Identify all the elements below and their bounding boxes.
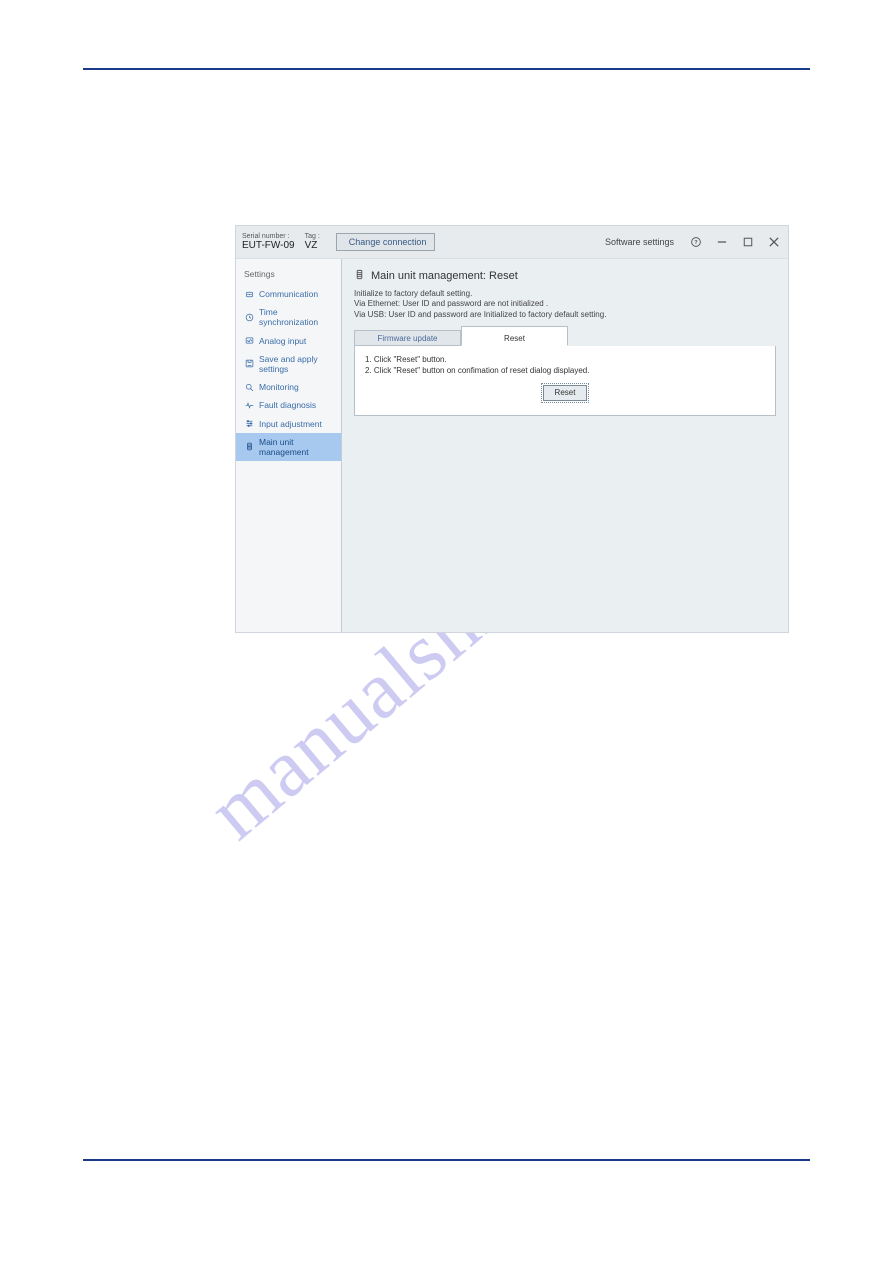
communication-icon <box>244 289 254 299</box>
sidebar-item-main-unit-mgmt[interactable]: Main unit management <box>236 433 341 461</box>
sidebar-item-analog-input[interactable]: Analog input <box>236 332 341 350</box>
app-window: Serial number : EUT-FW-09 Tag : VZ Chang… <box>235 225 789 633</box>
sidebar-item-label: Communication <box>259 289 335 299</box>
desc-line: Via USB: User ID and password are Initia… <box>354 310 776 320</box>
content-description: Initialize to factory default setting. V… <box>354 289 776 320</box>
step-line: 2. Click "Reset" button on confimation o… <box>365 365 765 376</box>
tag-value: VZ <box>305 240 320 252</box>
divider-top <box>83 68 810 70</box>
serial-value: EUT-FW-09 <box>242 240 295 252</box>
tab-strip: Firmware update Reset <box>354 326 776 346</box>
tab-label: Firmware update <box>377 334 437 343</box>
serial-label: Serial number : <box>242 233 295 240</box>
content-title-row: Main unit management: Reset <box>354 269 776 283</box>
titlebar: Serial number : EUT-FW-09 Tag : VZ Chang… <box>236 226 788 259</box>
tag-block: Tag : VZ <box>305 233 320 252</box>
maximize-icon[interactable] <box>740 234 756 250</box>
close-icon[interactable] <box>766 234 782 250</box>
minimize-icon[interactable] <box>714 234 730 250</box>
sidebar-item-label: Save and apply settings <box>259 354 335 374</box>
step-line: 1. Click "Reset" button. <box>365 354 765 365</box>
sidebar-item-communication[interactable]: Communication <box>236 285 341 303</box>
sidebar-item-label: Monitoring <box>259 382 335 392</box>
software-settings-dropdown[interactable]: Software settings <box>601 237 678 247</box>
save-icon <box>244 359 254 369</box>
device-icon <box>244 442 254 452</box>
sidebar-item-label: Input adjustment <box>259 419 335 429</box>
sidebar-header: Settings <box>236 269 341 285</box>
sidebar-item-fault-diagnosis[interactable]: Fault diagnosis <box>236 396 341 414</box>
sidebar-item-label: Fault diagnosis <box>259 400 335 410</box>
monitor-icon <box>244 382 254 392</box>
svg-text:?: ? <box>694 240 698 246</box>
tab-label: Reset <box>504 334 525 343</box>
clock-icon <box>244 312 254 322</box>
device-icon <box>354 269 365 283</box>
tab-reset[interactable]: Reset <box>461 326 568 346</box>
software-settings-label: Software settings <box>605 237 674 247</box>
analog-icon <box>244 336 254 346</box>
tag-label: Tag : <box>305 233 320 240</box>
change-connection-button[interactable]: Change connection <box>336 233 436 251</box>
body-split: Settings Communication Time synchronizat… <box>236 259 788 632</box>
sidebar-item-label: Time synchronization <box>259 307 335 327</box>
sidebar-item-monitoring[interactable]: Monitoring <box>236 378 341 396</box>
divider-bottom <box>83 1159 810 1161</box>
document-page: manualshive.com Serial number : EUT-FW-0… <box>0 0 893 1263</box>
sidebar-item-time-sync[interactable]: Time synchronization <box>236 303 341 331</box>
reset-steps: 1. Click "Reset" button. 2. Click "Reset… <box>365 354 765 376</box>
sidebar-item-save-apply[interactable]: Save and apply settings <box>236 350 341 378</box>
sidebar-item-input-adjustment[interactable]: Input adjustment <box>236 415 341 433</box>
sidebar-item-label: Main unit management <box>259 437 335 457</box>
page-title: Main unit management: Reset <box>371 270 518 282</box>
content-area: Main unit management: Reset Initialize t… <box>342 259 788 632</box>
tab-firmware-update[interactable]: Firmware update <box>354 330 461 346</box>
sidebar-item-label: Analog input <box>259 336 335 346</box>
desc-line: Via Ethernet: User ID and password are n… <box>354 299 776 309</box>
change-connection-label: Change connection <box>349 237 427 247</box>
sidebar: Settings Communication Time synchronizat… <box>236 259 342 632</box>
serial-block: Serial number : EUT-FW-09 <box>242 233 295 252</box>
adjust-icon <box>244 419 254 429</box>
titlebar-right: Software settings ? <box>601 234 782 250</box>
help-icon[interactable]: ? <box>688 234 704 250</box>
heartbeat-icon <box>244 400 254 410</box>
reset-panel: 1. Click "Reset" button. 2. Click "Reset… <box>354 346 776 415</box>
reset-button[interactable]: Reset <box>543 385 587 401</box>
desc-line: Initialize to factory default setting. <box>354 289 776 299</box>
